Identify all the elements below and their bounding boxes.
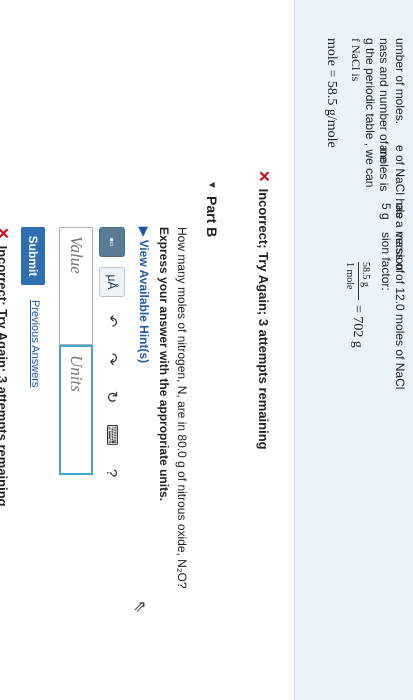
hint-text: g the periodic table , we can — [363, 38, 377, 188]
feedback-incorrect-top: ✕ Incorrect; Try Again; 3 attempts remain… — [255, 170, 273, 450]
hint-formula: mole = 58.5 g/mole — [324, 38, 339, 148]
screen: umber of moles. nass and number of moles… — [0, 0, 413, 700]
feedback-text: Incorrect; Try Again; 3 attempts remaini… — [256, 188, 271, 450]
units-button[interactable]: μÅ — [99, 267, 125, 297]
keyboard-icon[interactable]: ⌨ — [103, 421, 121, 449]
fraction-denominator: 1 mole — [344, 262, 355, 290]
redo-icon[interactable]: ↷ — [103, 345, 121, 373]
hint-text: are — [377, 145, 391, 163]
answer-toolbar: ▪▫ μÅ ↶ ↷ ↻ ⌨ ? — [99, 227, 125, 487]
instruction-text: Express your answer with the appropriate… — [157, 227, 171, 502]
feedback-text: Incorrect; Try Again; 3 attempts remaini… — [0, 245, 10, 507]
hint-text: umber of moles. — [393, 38, 407, 125]
undo-icon[interactable]: ↶ — [103, 307, 121, 335]
fraction-numerator: 58.5 g — [360, 262, 371, 287]
feedback-incorrect-bottom: ✕ Incorrect; Try Again; 3 attempts remain… — [0, 227, 12, 507]
hint-text: sion factor: — [379, 232, 393, 291]
previous-answers-link[interactable]: Previous Answers — [29, 300, 41, 387]
caret-down-icon[interactable]: ▼ — [206, 180, 217, 190]
view-hints-link[interactable]: ▶ View Available Hint(s) — [137, 227, 151, 363]
hint-text: ole — [393, 203, 407, 220]
x-icon: ✕ — [0, 227, 11, 240]
x-icon: ✕ — [255, 170, 272, 183]
help-button[interactable]: ? — [104, 459, 121, 487]
fraction-result: = 702 g — [350, 305, 365, 348]
hint-text: 5 g — [379, 203, 393, 220]
view-hints-label: View Available Hint(s) — [137, 239, 151, 364]
value-input[interactable] — [59, 227, 93, 345]
mouse-cursor-icon: ⇖ — [131, 600, 148, 614]
main-content: ✕ Incorrect; Try Again; 3 attempts remain… — [0, 0, 295, 700]
fraction-bar — [358, 262, 359, 300]
question-text: How many moles of nitrogen, N, are in 80… — [175, 227, 189, 589]
caret-right-icon: ▶ — [137, 227, 151, 240]
units-input[interactable] — [59, 345, 93, 475]
submit-button[interactable]: Submit — [21, 227, 45, 285]
part-b-title[interactable]: Part B — [204, 196, 220, 237]
hint-text: version of 12.0 moles of NaCl — [393, 232, 407, 390]
hint-text: f NaCl is — [349, 38, 363, 82]
hint-panel: umber of moles. nass and number of moles… — [294, 0, 413, 700]
hint-text: nass and number of moles is — [377, 38, 391, 192]
reset-icon[interactable]: ↻ — [103, 383, 121, 411]
template-button[interactable]: ▪▫ — [99, 227, 125, 257]
